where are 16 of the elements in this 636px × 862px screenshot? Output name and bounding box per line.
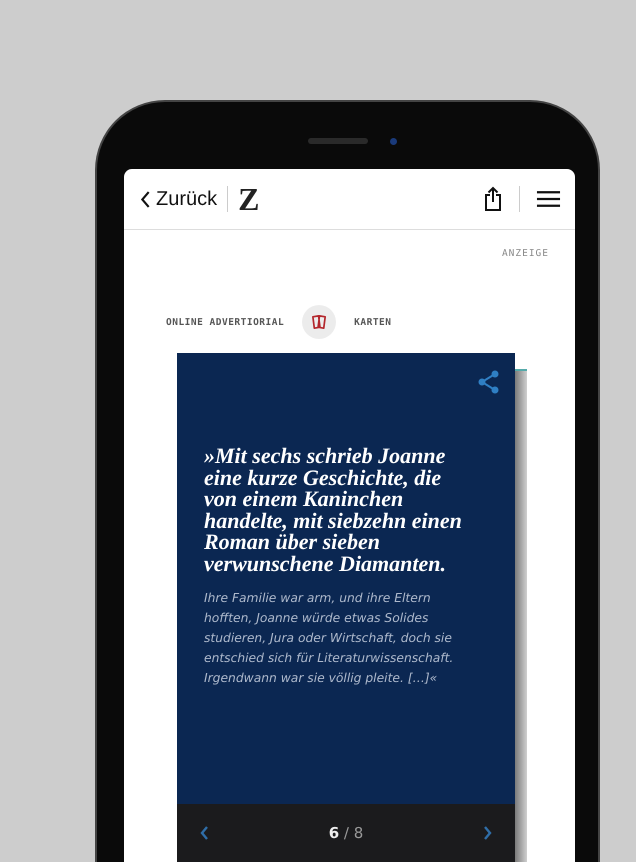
ad-label: ANZEIGE <box>502 248 549 259</box>
front-camera <box>390 138 396 144</box>
menu-icon[interactable] <box>536 189 561 209</box>
quote-body-text: Ihre Familie war arm, und ihre Eltern hofften, Joanne würde etwas Solides studieren, Jura oder Wirtschaft, doch sie entschied sich für Literaturwissenschaft. Irgendwann war sie völlig pleite. […]« <box>204 590 454 687</box>
page-counter: 6 / 8 <box>328 824 364 842</box>
cards-icon <box>302 305 336 339</box>
quote-text: »Mit sechs schrieb Joanne eine kurze Geschichte, die von einem Kaninchen handelte, mit siebzehn einen Roman über sieben verwunschene Diamanten. <box>204 445 463 574</box>
speaker-grille <box>308 138 368 144</box>
share-icon[interactable] <box>483 186 503 212</box>
category-label: KARTEN <box>354 316 392 328</box>
chevron-left-icon[interactable] <box>199 825 209 841</box>
back-link[interactable]: Zurück <box>140 188 218 210</box>
chevron-right-icon[interactable] <box>482 825 493 841</box>
logo[interactable]: Z <box>238 180 260 218</box>
chevron-left-icon <box>140 190 151 208</box>
category-label: ONLINE ADVERTIORIAL <box>166 316 284 328</box>
